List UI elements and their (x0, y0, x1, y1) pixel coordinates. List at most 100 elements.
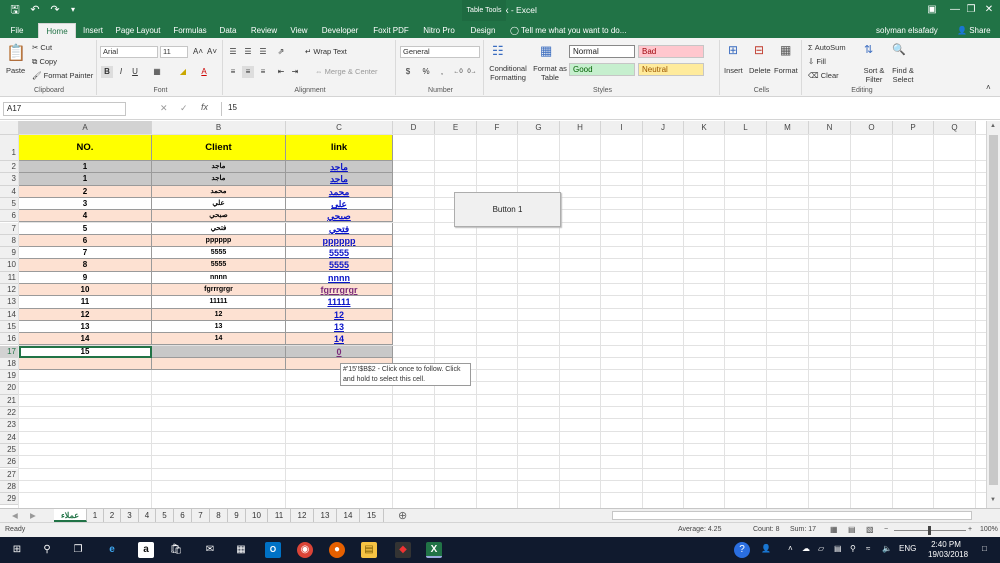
column-header[interactable]: H (560, 121, 601, 135)
worksheet-grid[interactable]: ABCDEFGHIJKLMNOPQ 1 2 3 4 5 6 7 8 9 10 11 12 13 14 15 1… (0, 121, 986, 508)
column-header[interactable]: G (518, 121, 560, 135)
share-button[interactable]: 👤 Share (957, 23, 991, 38)
format-as-table-icon[interactable]: ▦ (540, 43, 552, 59)
wrap-text-button[interactable]: ↵ Wrap Text (305, 47, 347, 56)
tab-review[interactable]: Review (248, 23, 280, 38)
restore-icon[interactable]: ❐ (963, 3, 979, 17)
tab-foxit-pdf[interactable]: Foxit PDF (369, 23, 413, 38)
tab-view[interactable]: View (286, 23, 312, 38)
font-size-combo[interactable]: 11 (160, 46, 188, 58)
table-cell-no[interactable]: 15 (19, 345, 152, 358)
table-cell-no[interactable]: 12 (19, 308, 152, 321)
table-cell-link[interactable]: 5555 (286, 259, 393, 272)
currency-button[interactable]: $ (402, 66, 414, 78)
row-header[interactable]: 23 (0, 419, 19, 432)
vertical-scroll-thumb[interactable] (989, 135, 998, 485)
conditional-formatting-icon[interactable]: ☷ (492, 43, 504, 59)
column-header[interactable]: K (684, 121, 725, 135)
table-cell-no[interactable]: 1 (19, 173, 152, 186)
table-cell-link[interactable]: 0 (286, 345, 393, 358)
ribbon-display-icon[interactable]: ▣ (924, 3, 940, 17)
firefox-icon[interactable]: ● (329, 542, 345, 558)
merge-center-button[interactable]: ⇔ Merge & Center (315, 67, 378, 76)
format-cells-button[interactable]: Format (774, 66, 798, 75)
tab-page-layout[interactable]: Page Layout (112, 23, 164, 38)
tab-home[interactable]: Home (38, 23, 76, 38)
table-cell-no[interactable]: 7 (19, 247, 152, 260)
sheet-tab[interactable]: 15 (360, 509, 384, 522)
table-cell-client[interactable]: ماجد (152, 161, 286, 174)
grow-font-icon[interactable]: A˄ (192, 46, 204, 58)
increase-decimal-icon[interactable]: ←0 (452, 66, 464, 78)
delete-cells-icon[interactable]: ⊟ (754, 43, 764, 57)
row-header[interactable]: 18 (0, 357, 19, 371)
column-header[interactable]: P (893, 121, 934, 135)
column-header[interactable]: Q (934, 121, 976, 135)
outlook-icon[interactable]: O (265, 542, 281, 558)
name-box[interactable]: A17 (3, 102, 126, 116)
increase-indent-icon[interactable]: ⇥ (289, 66, 301, 78)
row-header[interactable]: 1 (0, 135, 19, 161)
copy-button[interactable]: ⧉ Copy (32, 57, 57, 67)
network-icon[interactable]: ▱ (818, 544, 824, 553)
style-normal[interactable]: Normal (569, 45, 635, 58)
table-cell-no[interactable]: 3 (19, 197, 152, 211)
comma-button[interactable]: , (436, 66, 448, 78)
column-header[interactable]: L (725, 121, 767, 135)
table-cell-no[interactable] (19, 357, 152, 371)
table-cell-link[interactable]: علي (286, 197, 393, 211)
task-view-icon[interactable]: ❐ (70, 542, 86, 558)
table-cell-link[interactable]: 13 (286, 320, 393, 334)
column-header[interactable]: F (477, 121, 518, 135)
row-header[interactable]: 2 (0, 161, 19, 174)
fill-button[interactable]: ⇩ Fill (808, 57, 826, 66)
table-cell-link[interactable]: فتحي (286, 222, 393, 235)
sheet-tab[interactable]: 1 (87, 509, 104, 522)
table-header-link[interactable]: link (286, 135, 393, 161)
sheet-tab[interactable]: 11 (268, 509, 291, 522)
font-name-combo[interactable]: Arial (100, 46, 158, 58)
sheet-tab[interactable]: 13 (314, 509, 337, 522)
store-icon[interactable]: 🛍 (168, 542, 184, 558)
sheet-tab[interactable]: 3 (121, 509, 139, 522)
borders-icon[interactable]: ▦ (151, 66, 163, 78)
sort-filter-icon[interactable]: ⇅ (864, 43, 873, 56)
style-neutral[interactable]: Neutral (638, 63, 704, 76)
sheet-tab[interactable]: 8 (210, 509, 228, 522)
column-header[interactable]: A (19, 121, 152, 135)
column-header[interactable]: B (152, 121, 286, 135)
table-cell-link[interactable]: 14 (286, 333, 393, 346)
tell-me-search[interactable]: ◯ Tell me what you want to do... (510, 23, 626, 38)
table-cell-link[interactable]: 5555 (286, 247, 393, 260)
table-cell-link[interactable]: 12 (286, 308, 393, 321)
page-break-view-icon[interactable]: ▧ (866, 523, 874, 537)
sheet-tab[interactable]: 7 (192, 509, 210, 522)
zoom-slider-thumb[interactable] (928, 526, 931, 535)
table-header-no[interactable]: NO. (19, 135, 152, 161)
table-cell-client[interactable] (152, 357, 286, 371)
wifi-icon[interactable]: ≈ (866, 544, 870, 553)
column-header[interactable]: E (435, 121, 477, 135)
table-cell-link[interactable]: ماجد (286, 173, 393, 186)
user-name[interactable]: solyman elsafady (876, 23, 938, 38)
collapse-ribbon-icon[interactable]: ˄ (986, 83, 991, 92)
sheet-tab[interactable]: عملاء (54, 509, 87, 522)
tab-design[interactable]: Design (464, 23, 502, 38)
font-color-icon[interactable]: A (198, 66, 210, 78)
sheet-tab[interactable]: 9 (228, 509, 246, 522)
italic-button[interactable]: I (115, 66, 127, 78)
column-header[interactable]: C (286, 121, 393, 135)
row-header[interactable]: 3 (0, 173, 19, 186)
table-cell-no[interactable]: 10 (19, 284, 152, 297)
file-explorer-icon[interactable]: ▤ (361, 542, 377, 558)
defender-icon[interactable]: ⚲ (850, 544, 856, 553)
table-cell-link[interactable]: ماجد (286, 161, 393, 174)
table-cell-client[interactable]: 14 (152, 333, 286, 346)
column-header[interactable]: O (851, 121, 893, 135)
row-header[interactable]: 13 (0, 296, 19, 309)
new-sheet-icon[interactable]: ⊕ (398, 509, 407, 522)
search-icon[interactable]: ⚲ (39, 542, 55, 558)
language-indicator[interactable]: ENG (899, 544, 916, 553)
normal-view-icon[interactable]: ▦ (830, 523, 838, 537)
row-header[interactable]: 28 (0, 480, 19, 494)
